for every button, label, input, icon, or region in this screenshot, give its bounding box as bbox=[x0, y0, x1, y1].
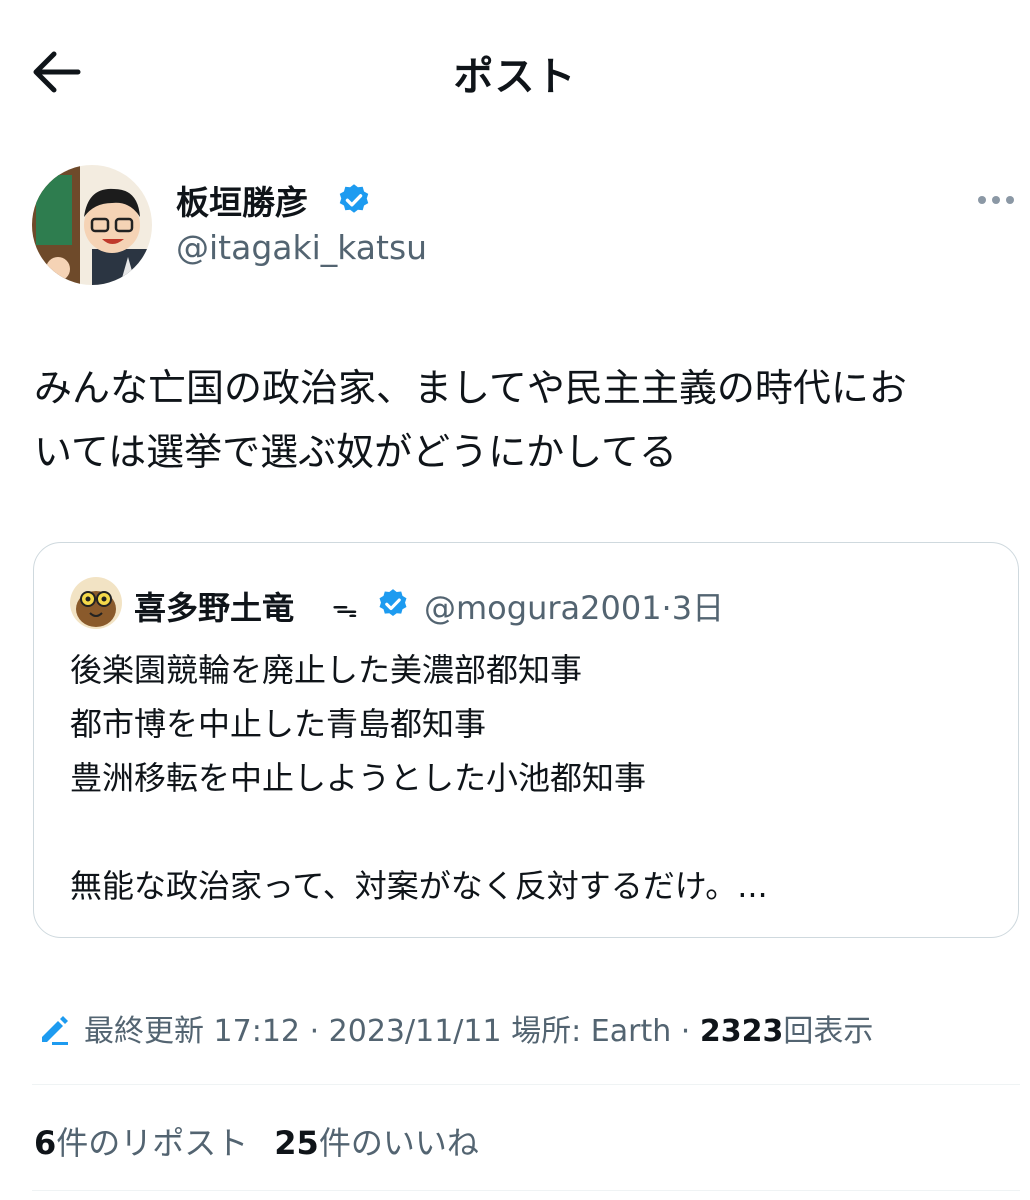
verified-badge-icon bbox=[339, 184, 369, 213]
post-text: みんな亡国の政治家、ましてや民主主義の時代にお いては選挙で選ぶ奴がどうにかして… bbox=[34, 356, 1024, 484]
post-stats: 6件のリポスト 25件のいいね bbox=[34, 1118, 505, 1164]
post-date[interactable]: 2023/11/11 bbox=[329, 1014, 502, 1049]
views-count: 2323 bbox=[699, 1014, 784, 1049]
separator-dot: · bbox=[661, 589, 672, 627]
likes-stat[interactable]: 25件のいいね bbox=[274, 1124, 479, 1162]
likes-count: 25 bbox=[274, 1124, 319, 1162]
reposts-count: 6 bbox=[34, 1124, 57, 1162]
divider bbox=[32, 1190, 1020, 1191]
top-bar: ポスト bbox=[0, 0, 1030, 140]
separator-dot: · bbox=[309, 1014, 320, 1049]
more-horizontal-icon bbox=[978, 196, 1014, 204]
post-text-line: みんな亡国の政治家、ましてや民主主義の時代にお bbox=[34, 366, 907, 410]
likes-label: 件のいいね bbox=[318, 1124, 479, 1162]
quoted-post-text: 後楽園競輪を廃止した美濃部都知事 都市博を中止した青島都知事 豊洲移転を中止しよ… bbox=[70, 651, 768, 905]
divider bbox=[32, 1084, 1020, 1085]
more-options-button[interactable] bbox=[974, 190, 1018, 210]
post-time[interactable]: 17:12 bbox=[214, 1014, 300, 1049]
edit-icon bbox=[42, 1016, 68, 1045]
post-meta: 最終更新 17:12 · 2023/11/11 場所: Earth · 2323… bbox=[36, 1006, 873, 1050]
author-handle[interactable]: @itagaki_katsu bbox=[176, 228, 427, 267]
post-location: 場所: Earth bbox=[511, 1014, 672, 1049]
quoted-handle-time: @mogura2001·3日 bbox=[424, 583, 724, 629]
quoted-author-name[interactable]: 喜多野土竜 bbox=[134, 583, 294, 629]
separator-dot: · bbox=[680, 1014, 691, 1049]
quoted-avatar[interactable] bbox=[70, 577, 122, 629]
quoted-post-card[interactable]: 喜多野土竜 ᯓ @mogura2001·3日 後楽園競輪を廃止した美濃部都知事 … bbox=[33, 542, 1019, 938]
edited-label[interactable]: 最終更新 bbox=[84, 1014, 204, 1049]
verified-badge-icon bbox=[379, 589, 407, 617]
page-title: ポスト bbox=[453, 54, 577, 100]
views-label: 回表示 bbox=[783, 1014, 874, 1049]
reposts-label: 件のリポスト bbox=[56, 1124, 249, 1162]
mole-badge-icon: ᯓ bbox=[332, 594, 358, 624]
author-name[interactable]: 板垣勝彦 bbox=[176, 176, 308, 224]
quoted-post-time[interactable]: 3日 bbox=[672, 589, 724, 627]
post-text-line: いては選挙で選ぶ奴がどうにかしてる bbox=[34, 430, 677, 474]
reposts-stat[interactable]: 6件のリポスト bbox=[34, 1124, 248, 1162]
avatar[interactable] bbox=[32, 165, 152, 285]
quoted-author-handle[interactable]: @mogura2001 bbox=[424, 589, 662, 627]
